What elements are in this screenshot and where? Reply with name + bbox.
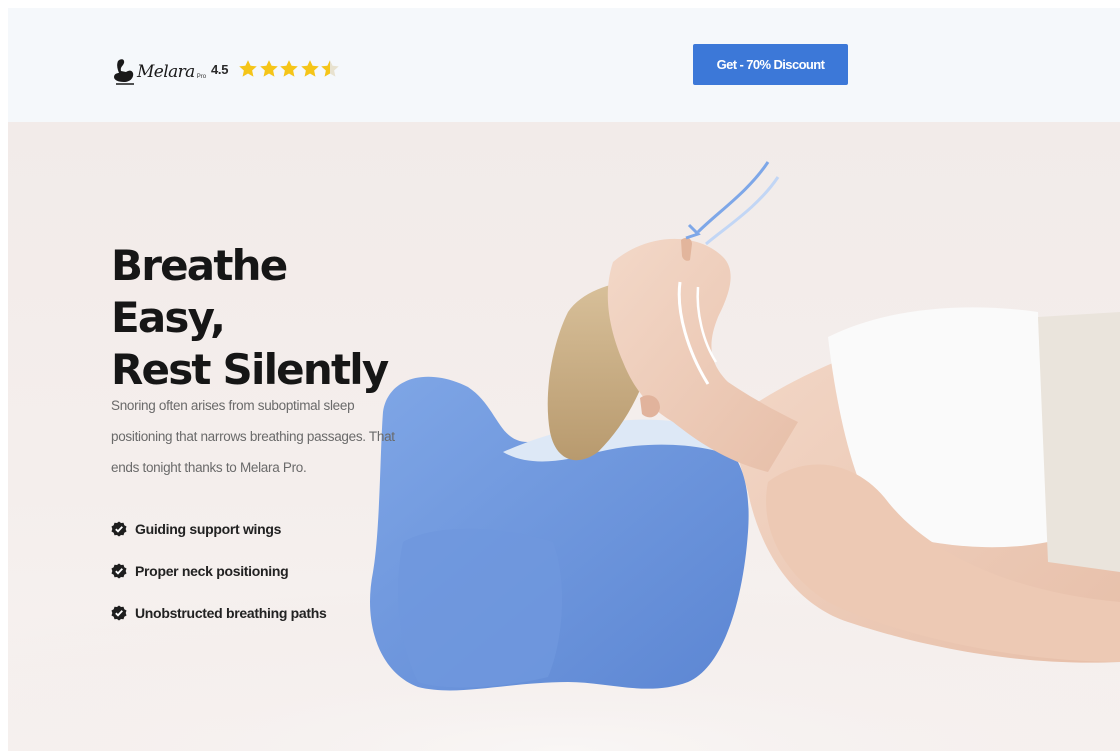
star-full-icon [280, 60, 298, 77]
logo-name: Melara [137, 62, 195, 82]
feature-label: Unobstructed breathing paths [135, 605, 327, 621]
hero-title-line-1: Breathe Easy, [111, 241, 288, 342]
feature-label: Guiding support wings [135, 521, 282, 537]
feature-item: Guiding support wings [111, 508, 327, 550]
site-header: Melara Pro 4.5 Get - 70% Discount [8, 8, 1120, 122]
rating: 4.5 [211, 59, 341, 79]
rating-stars [238, 59, 341, 79]
feature-item: Unobstructed breathing paths [111, 592, 327, 634]
star-full-icon [259, 60, 278, 77]
logo-suffix: Pro [196, 74, 207, 80]
star-full-icon [300, 60, 319, 77]
feature-item: Proper neck positioning [111, 550, 327, 592]
hero-section: Breathe Easy, Rest Silently Snoring ofte… [8, 122, 1120, 751]
feature-label: Proper neck positioning [135, 563, 289, 579]
check-badge-icon [111, 521, 127, 537]
hero-title-line-2: Rest Silently [111, 345, 389, 394]
discount-button[interactable]: Get - 70% Discount [693, 44, 848, 85]
hero-description: Snoring often arises from suboptimal sle… [111, 398, 395, 475]
swan-logo-icon [114, 59, 134, 85]
hero-title: Breathe Easy, Rest Silently [111, 240, 411, 396]
check-badge-icon [111, 563, 127, 579]
top-strip [0, 0, 1120, 8]
star-full-icon [239, 60, 257, 77]
rating-value: 4.5 [211, 61, 229, 77]
check-badge-icon [111, 605, 127, 621]
star-half-icon [321, 60, 339, 77]
feature-list: Guiding support wings Proper neck positi… [111, 508, 327, 634]
brand-logo[interactable]: Melara Pro [112, 52, 206, 92]
